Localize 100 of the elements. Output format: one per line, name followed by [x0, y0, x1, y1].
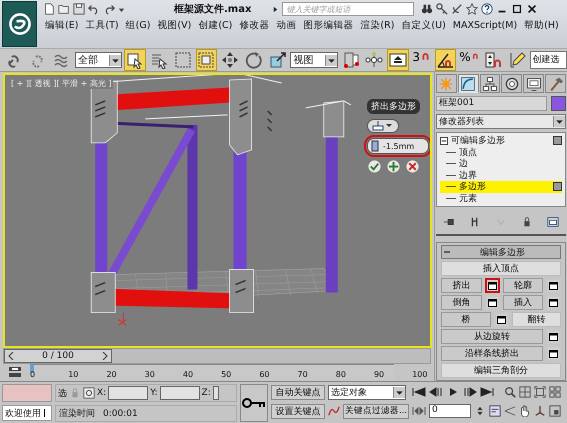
satellite-icon[interactable]	[451, 3, 464, 15]
rollout-header[interactable]: 编辑多边形	[441, 245, 561, 259]
command-button[interactable]: 翻转	[512, 312, 561, 327]
menu-item[interactable]: MAXScript(M)	[452, 20, 518, 32]
apply-icon[interactable]	[386, 159, 401, 174]
menu-item[interactable]: 渲染(R)	[360, 20, 394, 32]
panel-tab[interactable]	[523, 74, 544, 93]
toggle-icon[interactable]	[553, 136, 562, 146]
menu-item[interactable]: 自定义(U)	[401, 20, 446, 32]
command-button[interactable]: 轮廓	[502, 278, 543, 293]
absolute-mode-icon[interactable]	[83, 387, 95, 399]
curve-icon[interactable]	[328, 405, 340, 417]
y-coordinate-field[interactable]	[160, 386, 200, 400]
menu-item[interactable]: 编辑(E)	[45, 20, 78, 32]
menu-item[interactable]: 组(G)	[126, 20, 150, 32]
panel-tab[interactable]	[458, 74, 479, 93]
dropdown-caret-icon[interactable]	[118, 6, 125, 12]
redo-icon[interactable]	[103, 3, 115, 15]
collapse-icon[interactable]	[440, 136, 448, 145]
maximize-icon[interactable]	[511, 3, 524, 15]
menu-item[interactable]: 创建(C)	[198, 20, 232, 32]
panel-tab[interactable]	[501, 74, 522, 93]
toolbar-button[interactable]	[196, 49, 218, 71]
command-button[interactable]: 倒角	[441, 295, 482, 310]
binoculars-icon[interactable]	[421, 3, 434, 15]
sub-object-level[interactable]: 顶点	[459, 146, 477, 159]
zoom-extents-all-icon[interactable]	[549, 386, 561, 398]
track-bar-icon[interactable]	[8, 366, 22, 378]
key-filters-button[interactable]: 关键点过滤器...	[343, 404, 409, 418]
star-icon[interactable]	[466, 3, 478, 15]
command-button[interactable]: 插入	[502, 295, 543, 310]
menu-item[interactable]: 图形编辑器	[303, 20, 354, 32]
zoom-all-icon[interactable]	[519, 386, 531, 398]
current-frame-field[interactable]: 0	[429, 404, 471, 418]
time-configuration-icon[interactable]	[489, 405, 501, 417]
extrusion-height-field[interactable]: -1.5mm	[367, 138, 429, 154]
zoom-extents-icon[interactable]	[534, 386, 546, 398]
perspective-viewport[interactable]: [ + ][ 透视 ][ 平滑 + 高光 ] 挤出多边形 -1.5mm	[3, 73, 432, 348]
set-key-button[interactable]	[240, 384, 268, 422]
command-button[interactable]: 插入顶点	[441, 261, 561, 276]
menu-item[interactable]: 帮助(H)	[524, 20, 559, 32]
sub-object-level[interactable]: 边	[459, 157, 468, 170]
key-mode-icon[interactable]	[412, 406, 426, 416]
object-name-field[interactable]: 框架001	[436, 96, 547, 111]
settings-button[interactable]	[494, 312, 508, 327]
command-button[interactable]: 从边旋转	[441, 329, 543, 344]
named-selection-field[interactable]: 创建选	[530, 51, 567, 69]
settings-button[interactable]	[546, 295, 561, 310]
panel-tab[interactable]	[480, 74, 500, 93]
menu-item[interactable]: 工具(T)	[85, 20, 119, 32]
command-button[interactable]: 桥	[441, 312, 490, 327]
toolbar-button[interactable]	[434, 49, 456, 71]
sub-object-level[interactable]: 边界	[459, 168, 477, 182]
set-key-mode-button[interactable]: 设置关键点	[271, 404, 325, 418]
prompt-field[interactable]: 欢迎使用	[2, 405, 52, 421]
key-target-dropdown[interactable]: 选定对象	[328, 384, 406, 400]
settings-button[interactable]	[484, 295, 500, 310]
settings-button[interactable]	[546, 278, 561, 293]
configure-icon[interactable]	[547, 216, 559, 228]
time-slider[interactable]: 0 / 100	[3, 348, 431, 364]
x-coordinate-field[interactable]	[108, 386, 148, 400]
search-field[interactable]: 键入关键字或短语	[282, 2, 414, 16]
menu-item[interactable]: 动画	[276, 20, 296, 32]
save-icon[interactable]	[73, 3, 85, 15]
modifier-list-dropdown[interactable]: 修改器列表	[436, 114, 566, 129]
dropdown[interactable]: 全部	[75, 52, 122, 68]
time-slider-handle[interactable]: 0 / 100	[4, 349, 112, 364]
undo-icon[interactable]	[88, 3, 100, 15]
stack-item[interactable]: 可编辑多边形	[451, 134, 505, 148]
go-to-end-icon[interactable]	[480, 387, 494, 397]
viewport-label[interactable]: [ + ][ 透视 ][ 平滑 + 高光 ]	[9, 78, 114, 89]
command-button[interactable]: 编辑三角剖分	[441, 363, 561, 378]
zoom-icon[interactable]	[504, 386, 516, 398]
toolbar-button[interactable]	[124, 49, 146, 71]
menu-item[interactable]: 视图(V)	[157, 20, 192, 32]
toolbar-button[interactable]	[387, 49, 409, 71]
key-icon[interactable]	[436, 3, 448, 15]
z-coordinate-field[interactable]	[212, 386, 219, 400]
maximize-viewport-icon[interactable]	[549, 405, 561, 417]
expand-arrow-icon[interactable]	[272, 6, 280, 12]
auto-key-button[interactable]: 自动关键点	[271, 384, 325, 400]
settings-button[interactable]	[484, 278, 500, 293]
close-icon[interactable]	[526, 3, 538, 15]
next-frame-icon[interactable]	[463, 387, 477, 397]
previous-frame-icon[interactable]	[429, 387, 443, 397]
app-logo-icon[interactable]	[2, 1, 37, 47]
pin-icon[interactable]	[443, 216, 455, 228]
ok-icon[interactable]	[367, 159, 382, 174]
menu-item[interactable]: 修改器	[239, 20, 270, 32]
toggle-icon[interactable]	[553, 182, 562, 192]
cancel-icon[interactable]	[405, 159, 420, 174]
field-of-view-icon[interactable]	[504, 405, 516, 417]
command-button[interactable]: 沿样条线挤出	[441, 346, 543, 361]
orbit-icon[interactable]	[534, 405, 546, 417]
extrude-type-dropdown[interactable]	[367, 119, 399, 133]
object-color-swatch[interactable]	[551, 96, 566, 111]
sub-object-level[interactable]: 元素	[459, 192, 477, 205]
snap-toggle[interactable]: 3	[410, 49, 432, 71]
settings-button[interactable]	[546, 346, 561, 361]
snap-toggle[interactable]: %	[458, 49, 480, 71]
